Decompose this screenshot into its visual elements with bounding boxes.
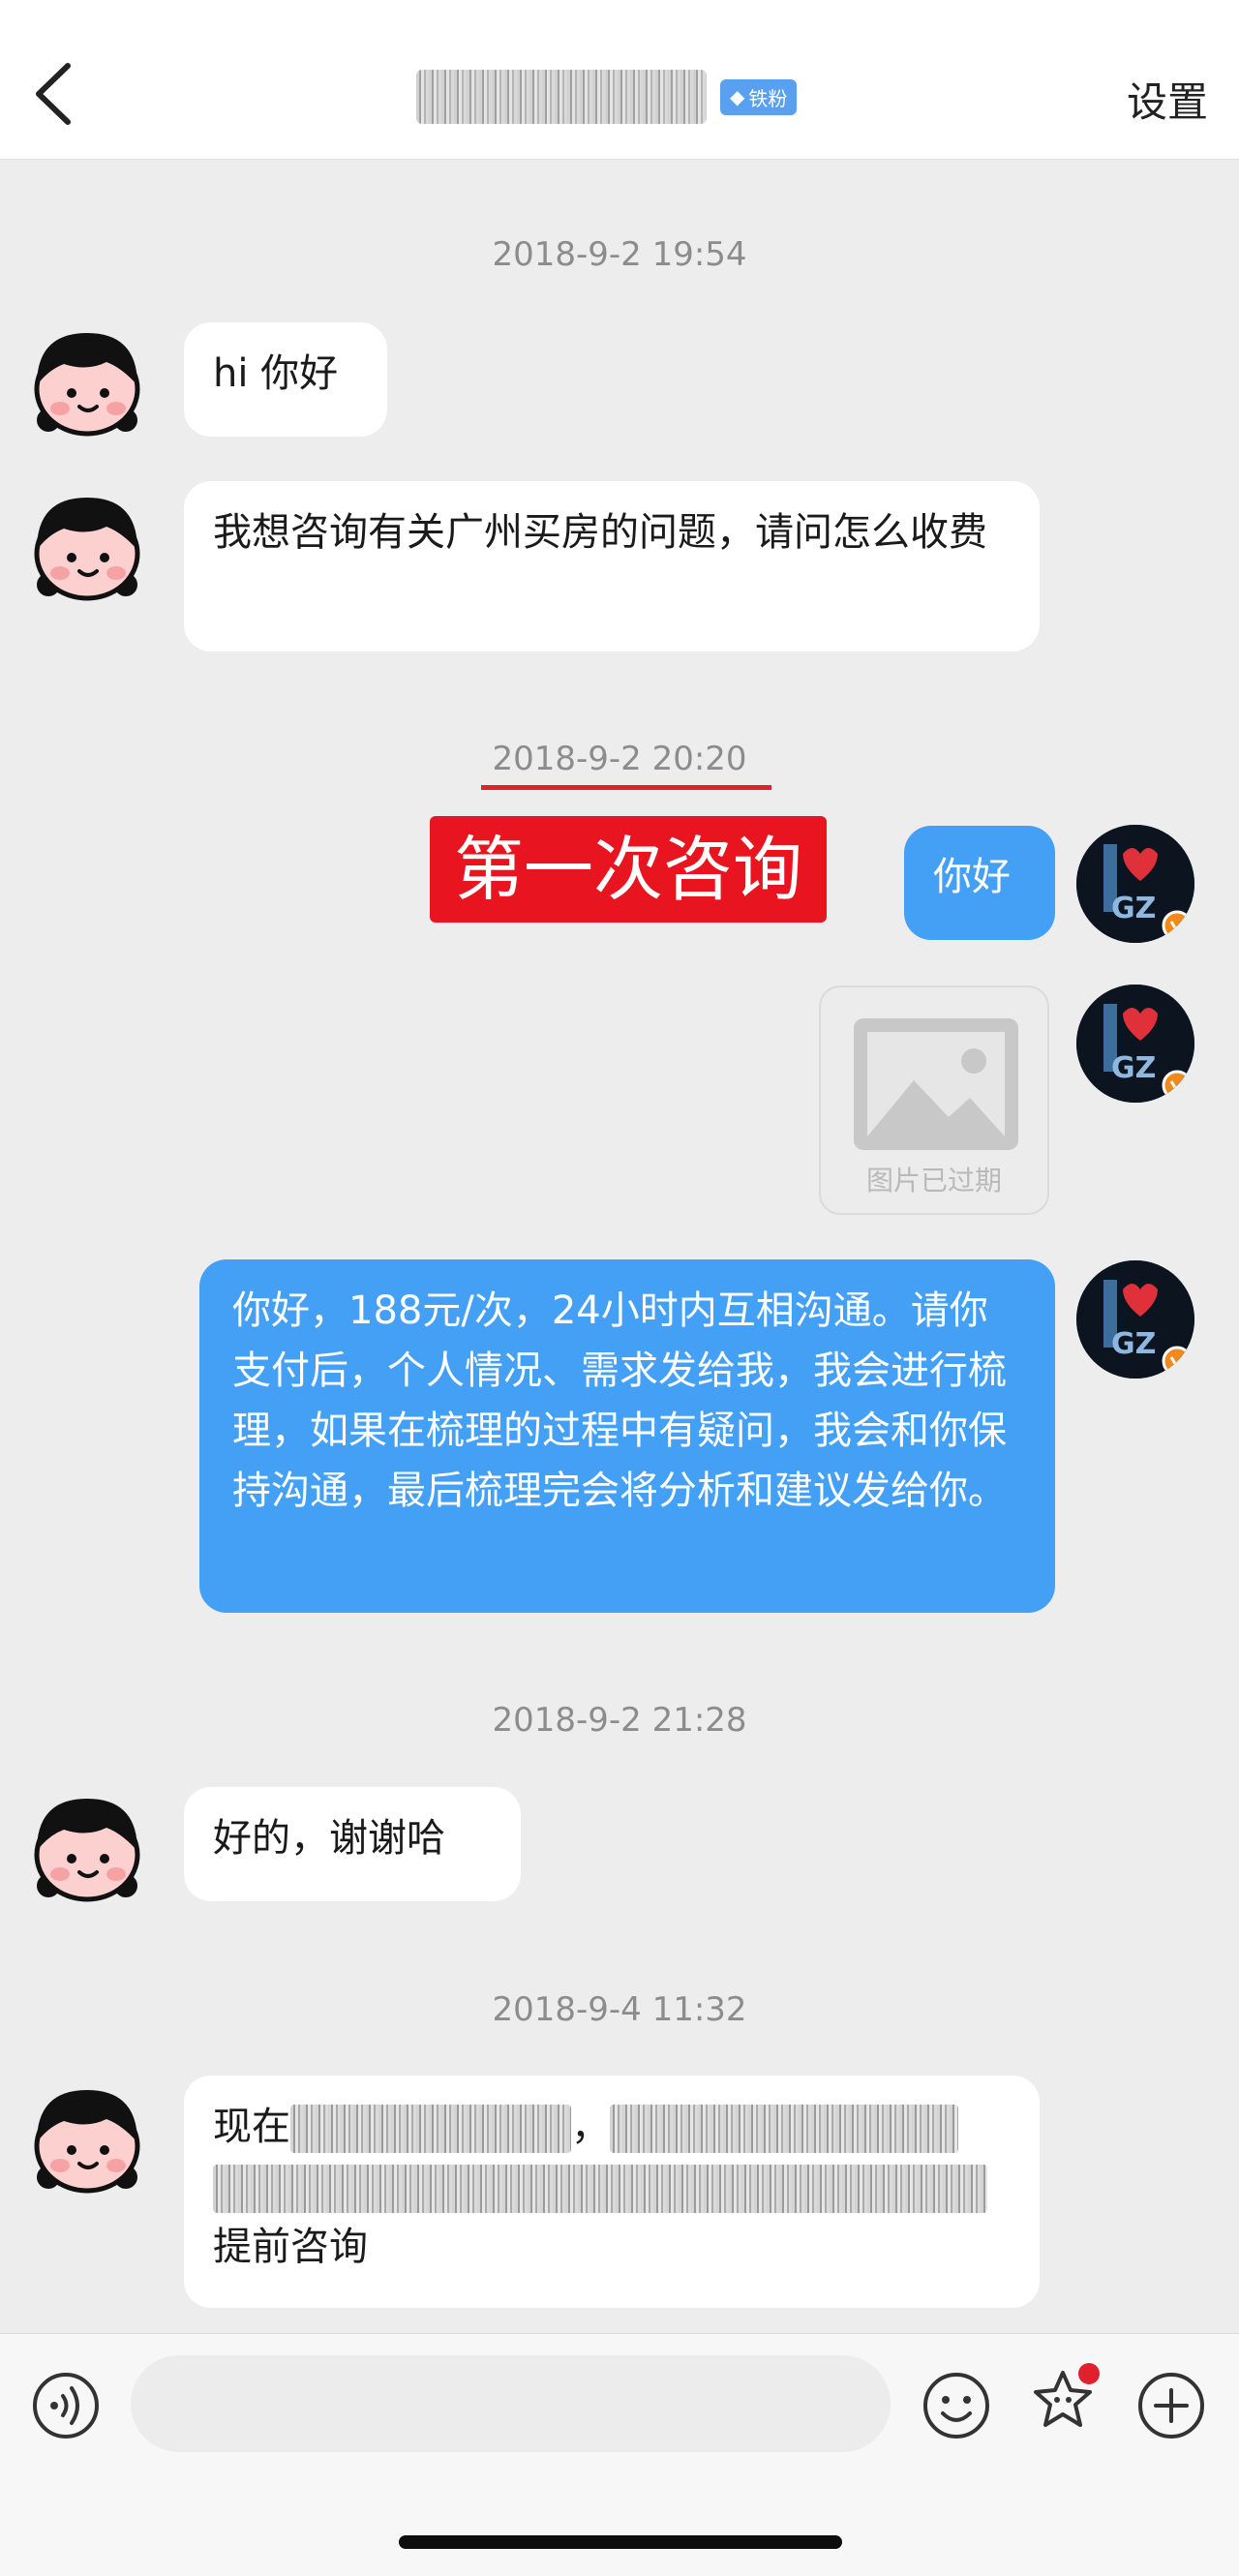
city-photo-avatar-icon: GZ — [1076, 1260, 1194, 1379]
expired-image-label: 图片已过期 — [865, 1165, 1002, 1197]
avatar-self[interactable]: GZ — [1076, 825, 1194, 943]
avatar-self[interactable]: GZ — [1076, 985, 1194, 1103]
city-photo-avatar-icon: GZ — [1076, 985, 1194, 1103]
fan-badge-label: 铁粉 — [748, 86, 788, 110]
plus-icon — [1138, 2373, 1204, 2439]
redacted-text — [290, 2105, 571, 2153]
cartoon-girl-avatar-icon — [34, 2090, 140, 2194]
star-face-icon — [1034, 2363, 1100, 2427]
favorite-sticker-button[interactable] — [1024, 2361, 1103, 2444]
back-button[interactable] — [27, 60, 81, 128]
timestamp: 2018-9-2 21:28 — [492, 1701, 747, 1740]
avatar-other[interactable] — [25, 482, 149, 606]
image-placeholder-icon — [854, 1018, 1018, 1150]
redacted-text — [610, 2105, 958, 2153]
message-text: 提前咨询 — [213, 2225, 368, 2269]
fan-badge: ◆ 铁粉 — [720, 78, 798, 115]
city-photo-avatar-icon: GZ — [1076, 825, 1194, 943]
timestamp: 2018-9-2 19:54 — [492, 235, 747, 274]
avatar-self[interactable]: GZ — [1076, 1260, 1194, 1379]
svg-text:GZ: GZ — [1111, 1327, 1156, 1361]
chevron-left-icon — [36, 63, 71, 125]
add-button[interactable] — [1136, 2371, 1206, 2444]
timestamp: 2018-9-2 20:20 — [492, 740, 747, 778]
message-line: 提前咨询 — [213, 2217, 1011, 2277]
blurred-username — [416, 70, 707, 124]
expired-image[interactable]: 图片已过期 — [819, 985, 1049, 1215]
chat-title: ◆ 铁粉 — [416, 68, 798, 126]
first-consultation-label: 第一次咨询 — [430, 816, 827, 923]
chat-header: ◆ 铁粉 设置 — [0, 0, 1239, 160]
message-text: ， — [571, 2105, 610, 2149]
redacted-text — [213, 2165, 987, 2213]
cartoon-girl-avatar-icon — [34, 1799, 140, 1902]
message-bubble-other[interactable]: 现在 ， 提前咨询 — [184, 2076, 1040, 2308]
svg-text:GZ: GZ — [1111, 892, 1156, 925]
voice-icon — [33, 2373, 99, 2439]
message-text: 现在 — [213, 2105, 290, 2149]
diamond-icon: ◆ — [730, 85, 745, 108]
home-indicator[interactable] — [399, 2535, 842, 2549]
cartoon-girl-avatar-icon — [34, 498, 140, 601]
avatar-other[interactable] — [25, 2075, 149, 2198]
message-bubble-other[interactable]: 好的，谢谢哈 — [184, 1787, 521, 1901]
message-line — [213, 2157, 1011, 2217]
emoji-icon — [923, 2373, 989, 2439]
emoji-button[interactable] — [922, 2371, 991, 2444]
red-underline — [481, 785, 771, 790]
message-bubble-other[interactable]: 我想咨询有关广州买房的问题，请问怎么收费 — [184, 481, 1040, 652]
voice-button[interactable] — [31, 2371, 101, 2444]
message-bubble-self[interactable]: 你好，188元/次，24小时内互相沟通。请你支付后，个人情况、需求发给我，我会进… — [199, 1259, 1055, 1613]
settings-button[interactable]: 设置 — [1127, 70, 1208, 129]
message-bubble-other[interactable]: hi 你好 — [184, 322, 387, 437]
message-line: 现在 ， — [213, 2097, 1011, 2157]
message-bubble-self[interactable]: 你好 — [904, 826, 1055, 940]
message-input[interactable] — [131, 2355, 891, 2452]
avatar-other[interactable] — [25, 1783, 149, 1907]
timestamp: 2018-9-4 11:32 — [492, 1990, 747, 2029]
svg-text:GZ: GZ — [1111, 1051, 1156, 1085]
avatar-other[interactable] — [25, 318, 149, 441]
cartoon-girl-avatar-icon — [34, 333, 140, 437]
